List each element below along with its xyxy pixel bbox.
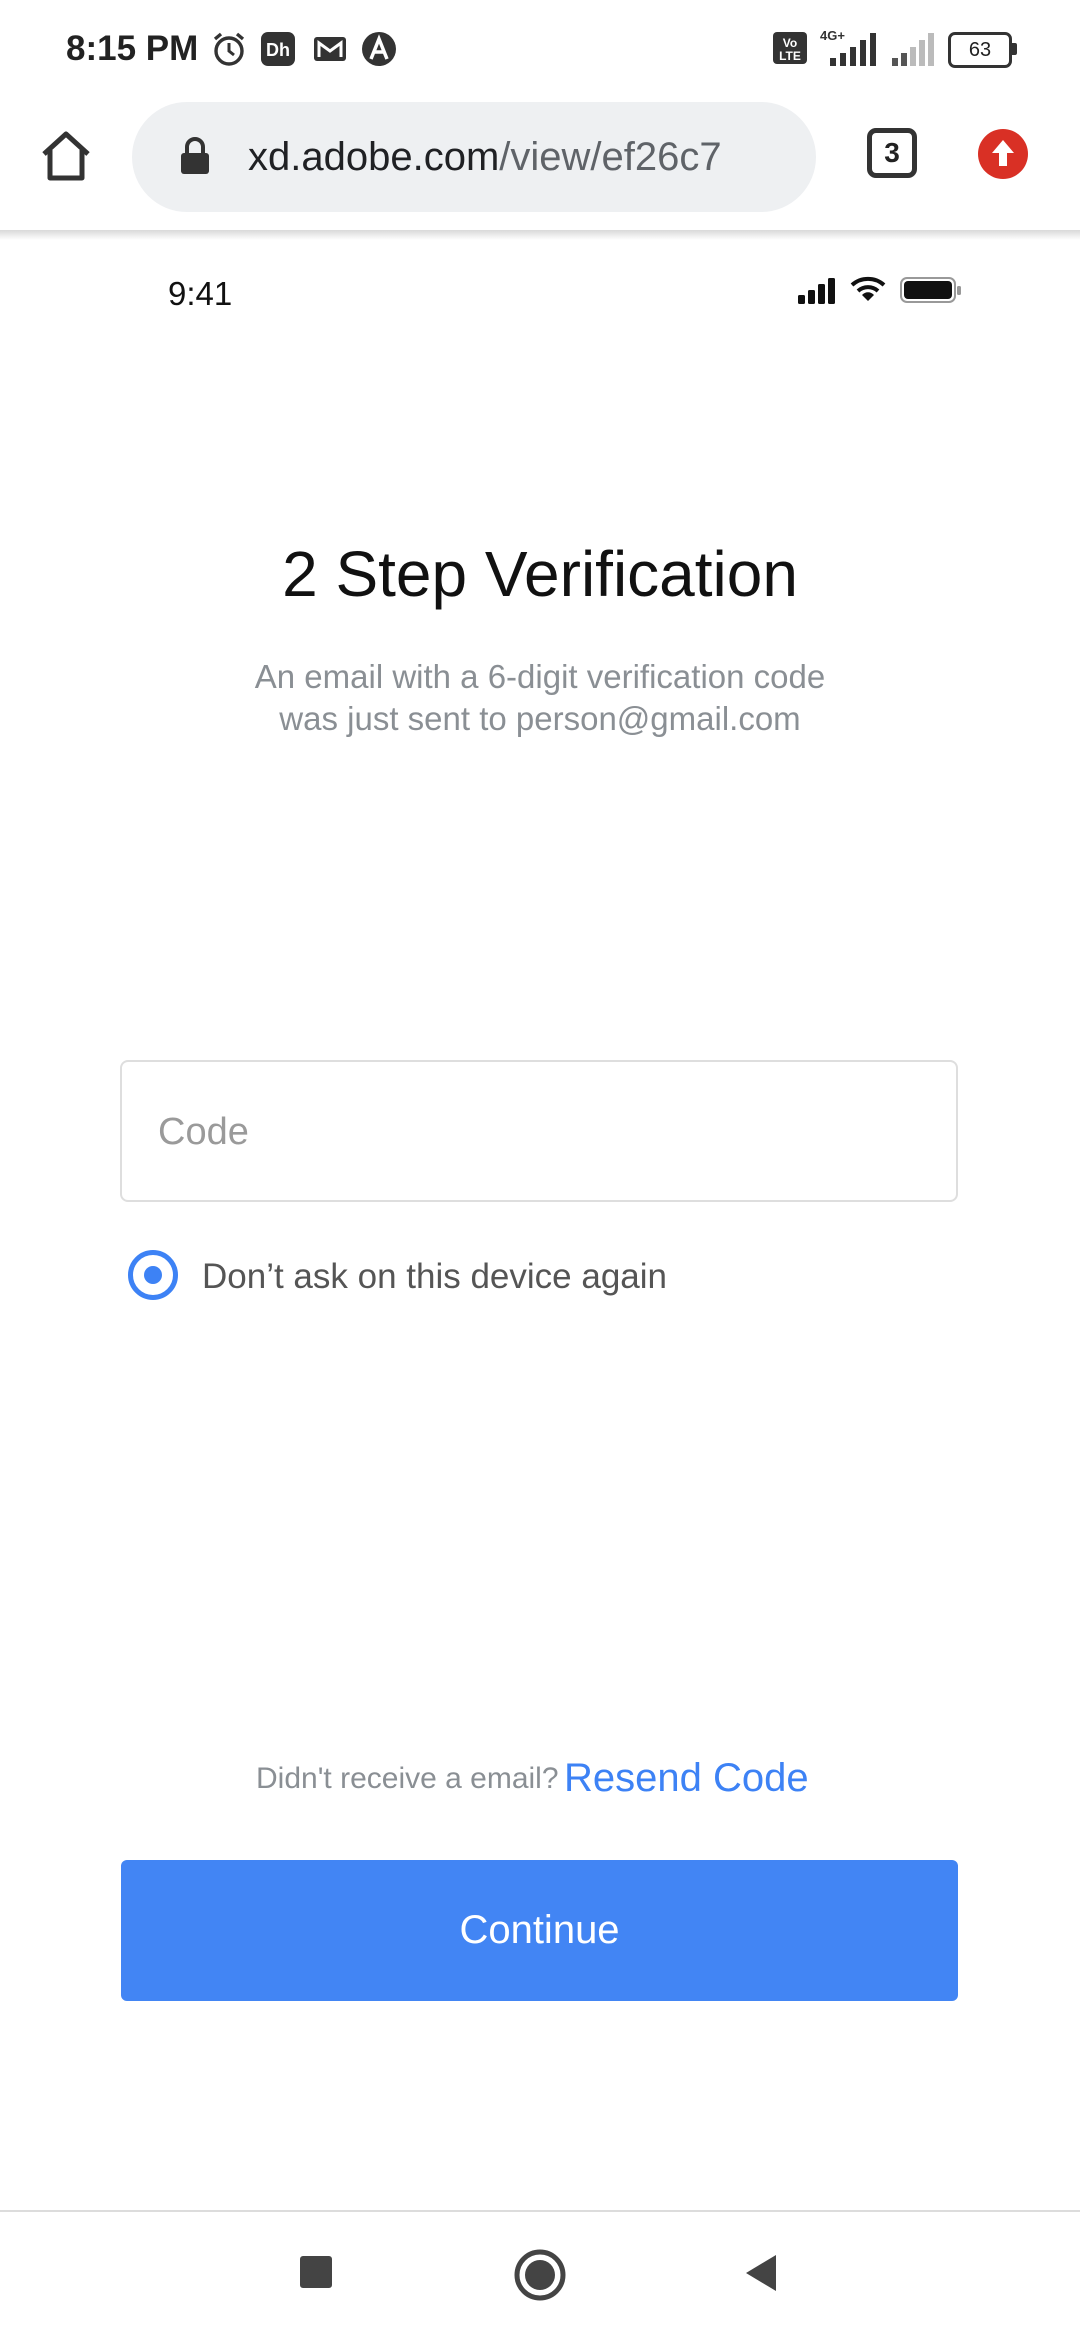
continue-button[interactable]: Continue [121, 1860, 958, 2001]
svg-text:Vo: Vo [783, 36, 797, 50]
mock-signal-icon [798, 278, 835, 304]
code-input[interactable] [156, 1062, 930, 1202]
gmail-icon [314, 37, 346, 61]
signal-icon [830, 33, 876, 66]
page-title: 2 Step Verification [282, 538, 798, 610]
toolbar-shadow [0, 230, 1080, 240]
tabs-count: 3 [884, 137, 900, 168]
mock-status-time: 9:41 [168, 275, 233, 312]
browser-toolbar: xd.adobe.com/view/ef26c7 3 [0, 90, 1080, 230]
battery-icon: 63 [948, 32, 1017, 68]
svg-text:LTE: LTE [779, 49, 801, 63]
tabs-icon[interactable]: 3 [867, 128, 917, 178]
url-text[interactable]: xd.adobe.com/view/ef26c7 [248, 128, 722, 186]
system-nav-bar [0, 2212, 1080, 2340]
lock-icon [181, 137, 209, 174]
recents-square-icon[interactable] [298, 2254, 334, 2290]
remember-device-label[interactable]: Don’t ask on this device again [202, 1254, 667, 1300]
volte-icon: Vo LTE [773, 32, 807, 64]
back-triangle-icon[interactable] [742, 2252, 780, 2294]
dh-app-icon: Dh [261, 32, 295, 66]
subtitle-line-2: was just sent to person@gmail.com [279, 700, 801, 737]
remember-device-radio[interactable] [128, 1250, 178, 1300]
status-time: 8:15 PM [66, 29, 199, 68]
address-bar[interactable]: xd.adobe.com/view/ef26c7 [132, 102, 816, 212]
home-icon[interactable] [36, 126, 96, 186]
mock-battery-icon [900, 277, 961, 303]
home-circle-icon[interactable] [513, 2248, 567, 2302]
signal-weak-icon [892, 33, 934, 66]
code-field[interactable] [120, 1060, 958, 1202]
update-icon[interactable] [977, 128, 1029, 180]
url-host: xd.adobe.com [248, 135, 500, 179]
svg-text:Dh: Dh [266, 40, 290, 60]
app-a-icon [362, 32, 396, 66]
resend-code-link[interactable]: Resend Code [564, 1752, 809, 1804]
subtitle-line-1: An email with a 6-digit verification cod… [254, 658, 826, 695]
page-subtitle: An email with a 6-digit verification cod… [0, 656, 1080, 740]
resend-question: Didn't receive a email? [256, 1762, 559, 1795]
alarm-icon [213, 32, 245, 66]
battery-level: 63 [968, 39, 992, 61]
url-path: /view/ef26c7 [499, 135, 722, 179]
radio-selected-dot [144, 1266, 162, 1284]
mock-wifi-icon [850, 276, 886, 301]
